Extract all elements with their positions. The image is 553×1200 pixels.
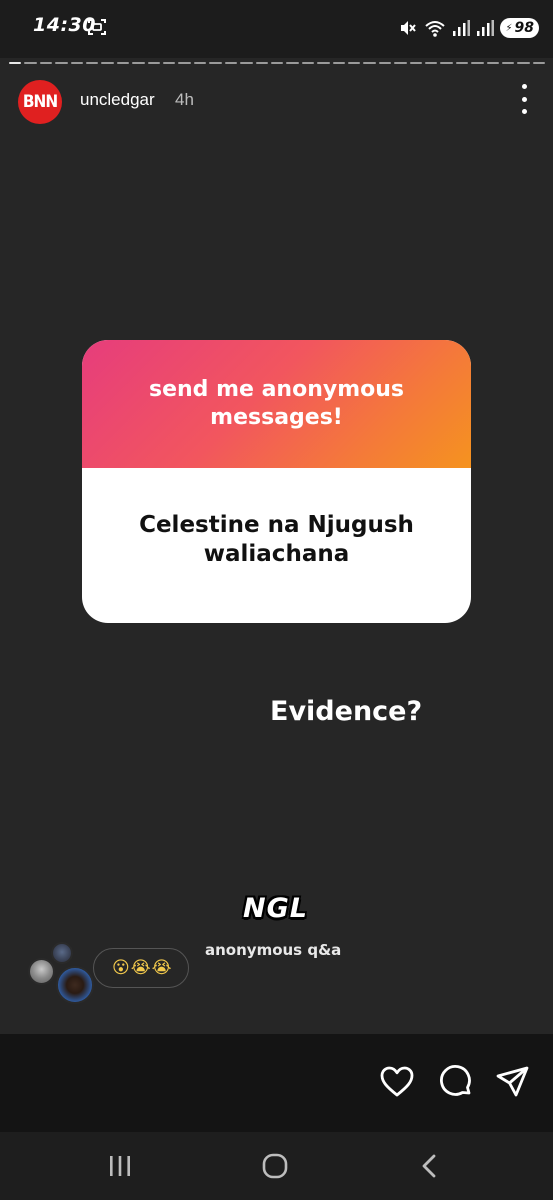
- avatar-logo-text: BNN: [22, 92, 58, 112]
- progress-segment: [409, 62, 422, 64]
- progress-segment: [24, 62, 37, 64]
- reactions-bubble[interactable]: 😮😭😭: [93, 948, 190, 988]
- progress-segment: [70, 62, 84, 64]
- comment-icon[interactable]: [438, 1064, 474, 1100]
- wifi-icon: [425, 21, 446, 37]
- progress-segment: [163, 62, 176, 64]
- progress-segment: [39, 62, 53, 64]
- profile-avatar[interactable]: BNN: [18, 80, 62, 124]
- back-icon[interactable]: [414, 1150, 446, 1182]
- progress-segment: [347, 62, 361, 64]
- progress-segment: [147, 62, 161, 64]
- progress-segment: [240, 62, 253, 64]
- anonymous-message: Celestine na Njugush waliachana: [139, 511, 414, 567]
- progress-segment: [193, 62, 207, 64]
- card-header: send me anonymous messages!: [82, 340, 471, 468]
- username[interactable]: uncledgar: [80, 90, 155, 110]
- progress-segment: [332, 62, 345, 64]
- progress-segment: [255, 62, 268, 64]
- viewer-avatar[interactable]: [56, 966, 94, 1004]
- status-icons: ⚡ 98: [398, 16, 539, 40]
- ngl-logo[interactable]: NGL: [243, 893, 308, 924]
- heart-icon[interactable]: [379, 1064, 415, 1100]
- progress-segment: [440, 62, 453, 64]
- progress-segment: [424, 62, 438, 64]
- progress-segment: [378, 62, 392, 64]
- progress-segment: [9, 62, 22, 64]
- reply-text: Evidence?: [270, 696, 423, 727]
- viewer-avatar[interactable]: [28, 958, 55, 985]
- story-progress: [9, 62, 546, 65]
- battery-level: 98: [514, 20, 534, 36]
- more-vertical-icon: [521, 84, 527, 89]
- progress-segment: [270, 62, 284, 64]
- progress-segment: [101, 62, 114, 64]
- progress-segment: [317, 62, 330, 64]
- signal-icon: [453, 20, 471, 36]
- progress-segment: [486, 62, 499, 64]
- story-screen: 14:30 ⚡ 98 BNN uncledgar 4h send me anon…: [0, 0, 553, 1200]
- card-prompt: send me anonymous messages!: [148, 377, 404, 430]
- progress-segment: [471, 62, 484, 64]
- card-body: Celestine na Njugush waliachana: [82, 468, 471, 623]
- progress-segment: [55, 62, 68, 64]
- recent-apps-icon[interactable]: [104, 1150, 136, 1182]
- progress-segment: [224, 62, 238, 64]
- battery-icon: ⚡ 98: [500, 18, 539, 38]
- mute-icon: [401, 21, 417, 35]
- progress-segment: [502, 62, 515, 64]
- signal-icon-2: [477, 20, 495, 36]
- status-time: 14:30: [33, 14, 96, 36]
- progress-segment: [301, 62, 315, 64]
- post-time: 4h: [175, 90, 194, 109]
- progress-segment: [209, 62, 222, 64]
- viewer-avatar[interactable]: [51, 942, 73, 964]
- reaction-emojis: 😮😭😭: [112, 958, 173, 977]
- ngl-caption[interactable]: anonymous q&a: [205, 941, 341, 959]
- home-icon[interactable]: [259, 1150, 291, 1182]
- status-bar: 14:30 ⚡ 98: [0, 0, 553, 58]
- send-icon[interactable]: [495, 1064, 531, 1100]
- progress-segment: [86, 62, 99, 64]
- progress-segment: [532, 62, 546, 64]
- screenshot-icon: [88, 19, 106, 35]
- progress-segment: [394, 62, 407, 64]
- progress-segment: [517, 62, 530, 64]
- progress-segment: [455, 62, 469, 64]
- more-options-button[interactable]: [517, 84, 531, 114]
- progress-segment: [178, 62, 191, 64]
- question-card: send me anonymous messages! Celestine na…: [82, 340, 471, 623]
- progress-segment: [116, 62, 130, 64]
- progress-segment: [132, 62, 145, 64]
- progress-segment: [286, 62, 299, 64]
- progress-segment: [363, 62, 376, 64]
